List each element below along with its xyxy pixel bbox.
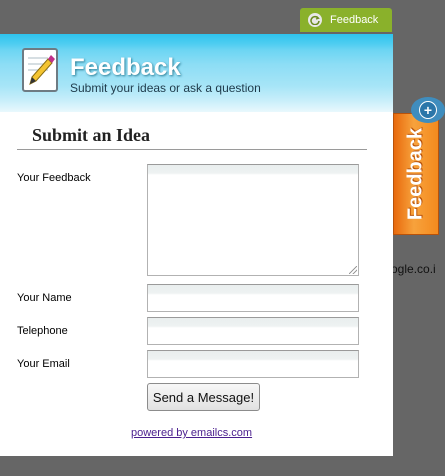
side-widget-label: Feedback <box>404 127 427 221</box>
email-input[interactable] <box>148 351 358 377</box>
telephone-field-wrapper <box>147 317 359 345</box>
resize-grip-icon[interactable] <box>349 266 357 274</box>
powered-by-link[interactable]: powered by emailcs.com <box>131 427 252 439</box>
email-field-wrapper <box>147 350 359 378</box>
feedback-textarea-wrapper <box>147 164 359 276</box>
send-message-button[interactable]: Send a Message! <box>147 383 260 411</box>
name-input[interactable] <box>148 285 358 311</box>
pencil-note-icon <box>22 48 58 92</box>
feedback-tab-button[interactable]: Feedback <box>300 8 392 32</box>
feedback-textarea[interactable] <box>148 165 358 275</box>
background-page-text: ogle.co.i <box>391 262 436 276</box>
telephone-input[interactable] <box>148 318 358 344</box>
feedback-panel: Feedback Submit your ideas or ask a ques… <box>0 34 393 456</box>
page-subtitle: Submit your ideas or ask a question <box>70 81 261 95</box>
plus-badge[interactable]: + <box>411 97 445 123</box>
email-label: Your Email <box>17 358 70 370</box>
name-field-wrapper <box>147 284 359 312</box>
page-title: Feedback <box>70 54 181 81</box>
feedback-label: Your Feedback <box>17 172 91 184</box>
plus-icon: + <box>419 101 437 119</box>
section-title: Submit an Idea <box>32 125 151 145</box>
telephone-label: Telephone <box>17 325 68 337</box>
refresh-icon <box>308 13 322 27</box>
feedback-tab-label: Feedback <box>330 14 379 26</box>
side-feedback-widget[interactable]: Feedback <box>393 113 439 235</box>
section-divider <box>17 149 367 150</box>
name-label: Your Name <box>17 292 72 304</box>
panel-header: Feedback Submit your ideas or ask a ques… <box>0 34 393 112</box>
